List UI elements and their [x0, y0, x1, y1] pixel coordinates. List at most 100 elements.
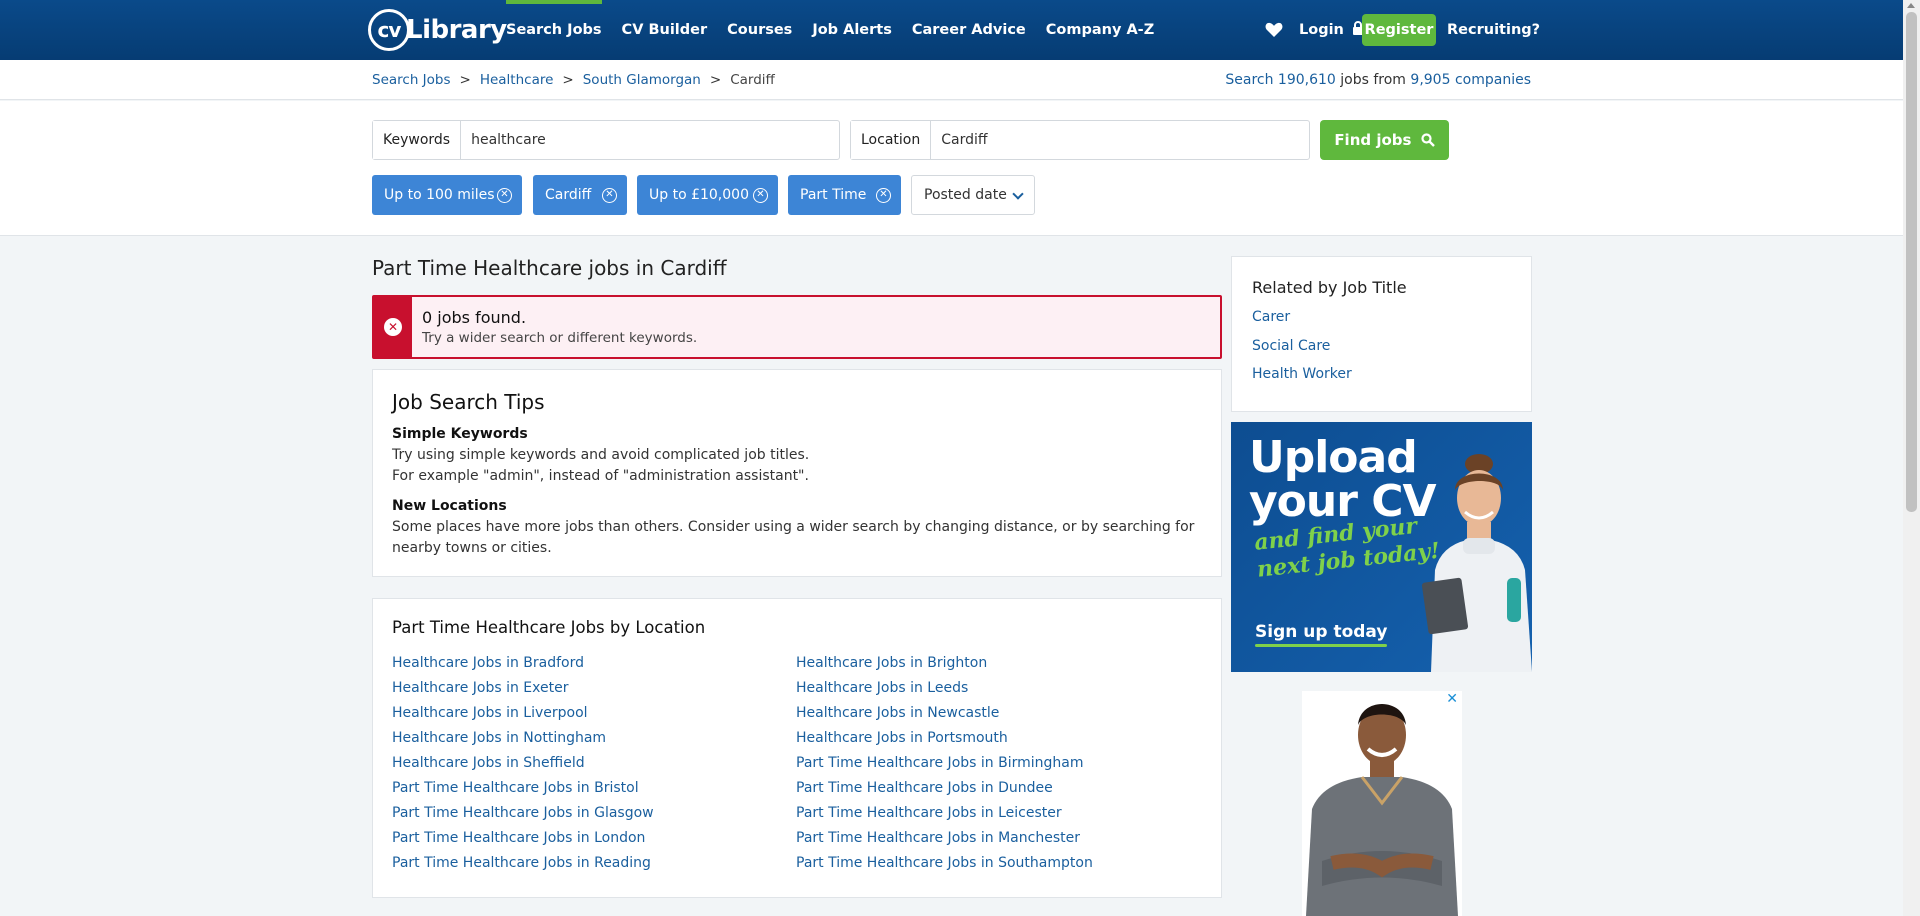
location-link[interactable]: Part Time Healthcare Jobs in Leicester: [796, 805, 1062, 821]
login-label: Login: [1299, 22, 1344, 38]
location-link[interactable]: Part Time Healthcare Jobs in London: [392, 830, 645, 846]
location-link[interactable]: Healthcare Jobs in Liverpool: [392, 705, 588, 721]
by-location-title: Part Time Healthcare Jobs by Location: [392, 618, 706, 637]
location-link[interactable]: Part Time Healthcare Jobs in Bristol: [392, 780, 639, 796]
filter-chip-label: Part Time: [800, 187, 867, 203]
chevron-down-icon: [1012, 188, 1024, 200]
job-search-tips: Job Search Tips Simple Keywords Try usin…: [372, 369, 1222, 577]
location-link[interactable]: Part Time Healthcare Jobs in Manchester: [796, 830, 1080, 846]
keywords-field: Keywords healthcare: [372, 120, 840, 160]
stats-suffix: companies: [1450, 72, 1531, 88]
related-link-carer[interactable]: Carer: [1252, 309, 1290, 325]
breadcrumb-current: Cardiff: [730, 72, 775, 88]
nav-search-jobs[interactable]: Search Jobs: [506, 0, 602, 60]
breadcrumb-healthcare[interactable]: Healthcare: [480, 72, 554, 88]
tip-new-locations-heading: New Locations: [392, 498, 507, 514]
smiling-man-image: [1306, 704, 1458, 916]
nav-courses[interactable]: Courses: [727, 0, 792, 60]
location-input[interactable]: Cardiff: [931, 121, 1309, 159]
breadcrumb-bar: Search Jobs > Healthcare > South Glamorg…: [0, 60, 1920, 100]
search-icon: [1421, 133, 1435, 147]
location-link[interactable]: Healthcare Jobs in Leeds: [796, 680, 968, 696]
stats-mid: jobs from: [1335, 72, 1411, 88]
breadcrumb-separator: >: [562, 72, 574, 88]
location-link[interactable]: Healthcare Jobs in Brighton: [796, 655, 987, 671]
logo-cv-badge: cv: [368, 9, 410, 51]
ad-headline: Upload your CV: [1249, 436, 1437, 524]
upload-cv-banner[interactable]: Upload your CV and find your next job toda…: [1231, 422, 1532, 672]
alert-text: Try a wider search or different keywords…: [422, 330, 698, 346]
find-jobs-button[interactable]: Find jobs: [1320, 120, 1449, 160]
location-link[interactable]: Part Time Healthcare Jobs in Southampton: [796, 855, 1093, 871]
location-link[interactable]: Part Time Healthcare Jobs in Glasgow: [392, 805, 654, 821]
nav-career-advice[interactable]: Career Advice: [912, 0, 1026, 60]
posted-date-select[interactable]: Posted date: [911, 175, 1035, 215]
nav-company-a-z[interactable]: Company A-Z: [1046, 0, 1154, 60]
remove-filter-icon[interactable]: ✕: [753, 188, 768, 203]
related-link-social-care[interactable]: Social Care: [1252, 338, 1330, 354]
posted-date-label: Posted date: [924, 187, 1007, 203]
job-stats: Search 190,610 jobs from 9,905 companies: [1225, 72, 1531, 88]
keywords-input[interactable]: healthcare: [461, 121, 839, 159]
tip-simple-keywords-line2: For example "admin", instead of "adminis…: [392, 468, 809, 484]
location-link[interactable]: Healthcare Jobs in Exeter: [392, 680, 568, 696]
main-nav: Search Jobs CV Builder Courses Job Alert…: [506, 0, 1174, 60]
cv-library-logo[interactable]: cv Library: [368, 9, 507, 51]
breadcrumb-separator: >: [709, 72, 722, 88]
advert-banner[interactable]: ✕: [1302, 691, 1462, 916]
filter-chip-label: Up to 100 miles: [384, 187, 495, 203]
related-job-titles: Related by Job Title Carer Social Care H…: [1231, 256, 1532, 412]
filter-chip-location[interactable]: Cardiff ✕: [533, 175, 627, 215]
alert-icon-bar: ✕: [374, 297, 412, 357]
ad-sign-up-cta[interactable]: Sign up today: [1255, 622, 1388, 647]
nav-cv-builder[interactable]: CV Builder: [622, 0, 708, 60]
filter-chip-job-type[interactable]: Part Time ✕: [788, 175, 901, 215]
location-link[interactable]: Healthcare Jobs in Portsmouth: [796, 730, 1008, 746]
related-title: Related by Job Title: [1252, 278, 1407, 297]
stats-prefix: Search: [1225, 72, 1278, 88]
scroll-up-arrow-icon[interactable]: [1907, 3, 1915, 8]
filter-chip-distance[interactable]: Up to 100 miles ✕: [372, 175, 522, 215]
location-link[interactable]: Part Time Healthcare Jobs in Reading: [392, 855, 651, 871]
tip-simple-keywords-heading: Simple Keywords: [392, 426, 528, 442]
find-jobs-label: Find jobs: [1334, 131, 1412, 149]
breadcrumb-search-jobs[interactable]: Search Jobs: [372, 72, 451, 88]
remove-filter-icon[interactable]: ✕: [602, 188, 617, 203]
recruiting-link[interactable]: Recruiting?: [1447, 0, 1540, 60]
register-button[interactable]: Register: [1362, 14, 1436, 46]
nav-job-alerts[interactable]: Job Alerts: [812, 0, 892, 60]
location-field: Location Cardiff: [850, 120, 1310, 160]
no-results-alert: ✕ 0 jobs found. Try a wider search or di…: [372, 295, 1222, 359]
alert-heading: 0 jobs found.: [422, 308, 527, 327]
remove-filter-icon[interactable]: ✕: [876, 188, 891, 203]
breadcrumb-separator: >: [459, 72, 471, 88]
location-link[interactable]: Healthcare Jobs in Newcastle: [796, 705, 999, 721]
top-navigation: cv Library Search Jobs CV Builder Course…: [0, 0, 1920, 60]
tip-simple-keywords-line1: Try using simple keywords and avoid comp…: [392, 447, 810, 463]
companies-count: 9,905: [1410, 72, 1451, 88]
keywords-label: Keywords: [373, 121, 462, 159]
page-scrollbar[interactable]: [1903, 0, 1920, 916]
error-icon: ✕: [384, 318, 402, 336]
logo-wordmark: Library: [406, 15, 507, 45]
filter-chip-label: Up to £10,000: [649, 187, 749, 203]
tips-title: Job Search Tips: [392, 390, 545, 414]
location-link[interactable]: Part Time Healthcare Jobs in Birmingham: [796, 755, 1083, 771]
page-title: Part Time Healthcare jobs in Cardiff: [372, 256, 727, 280]
location-link[interactable]: Healthcare Jobs in Nottingham: [392, 730, 606, 746]
jobs-count: 190,610: [1277, 72, 1336, 88]
location-link[interactable]: Part Time Healthcare Jobs in Dundee: [796, 780, 1053, 796]
location-label: Location: [851, 121, 932, 159]
location-link[interactable]: Healthcare Jobs in Bradford: [392, 655, 584, 671]
filter-chip-salary[interactable]: Up to £10,000 ✕: [637, 175, 778, 215]
login-link[interactable]: Login: [1299, 0, 1364, 60]
location-link[interactable]: Healthcare Jobs in Sheffield: [392, 755, 585, 771]
jobs-by-location: Part Time Healthcare Jobs by Location He…: [372, 598, 1222, 898]
search-panel: Keywords healthcare Location Cardiff Fin…: [0, 101, 1920, 236]
filter-chip-label: Cardiff: [545, 187, 592, 203]
heart-icon[interactable]: [1265, 22, 1283, 38]
scrollbar-thumb[interactable]: [1906, 12, 1917, 512]
breadcrumb-south-glamorgan[interactable]: South Glamorgan: [583, 72, 701, 88]
related-link-health-worker[interactable]: Health Worker: [1252, 366, 1352, 382]
remove-filter-icon[interactable]: ✕: [497, 188, 512, 203]
